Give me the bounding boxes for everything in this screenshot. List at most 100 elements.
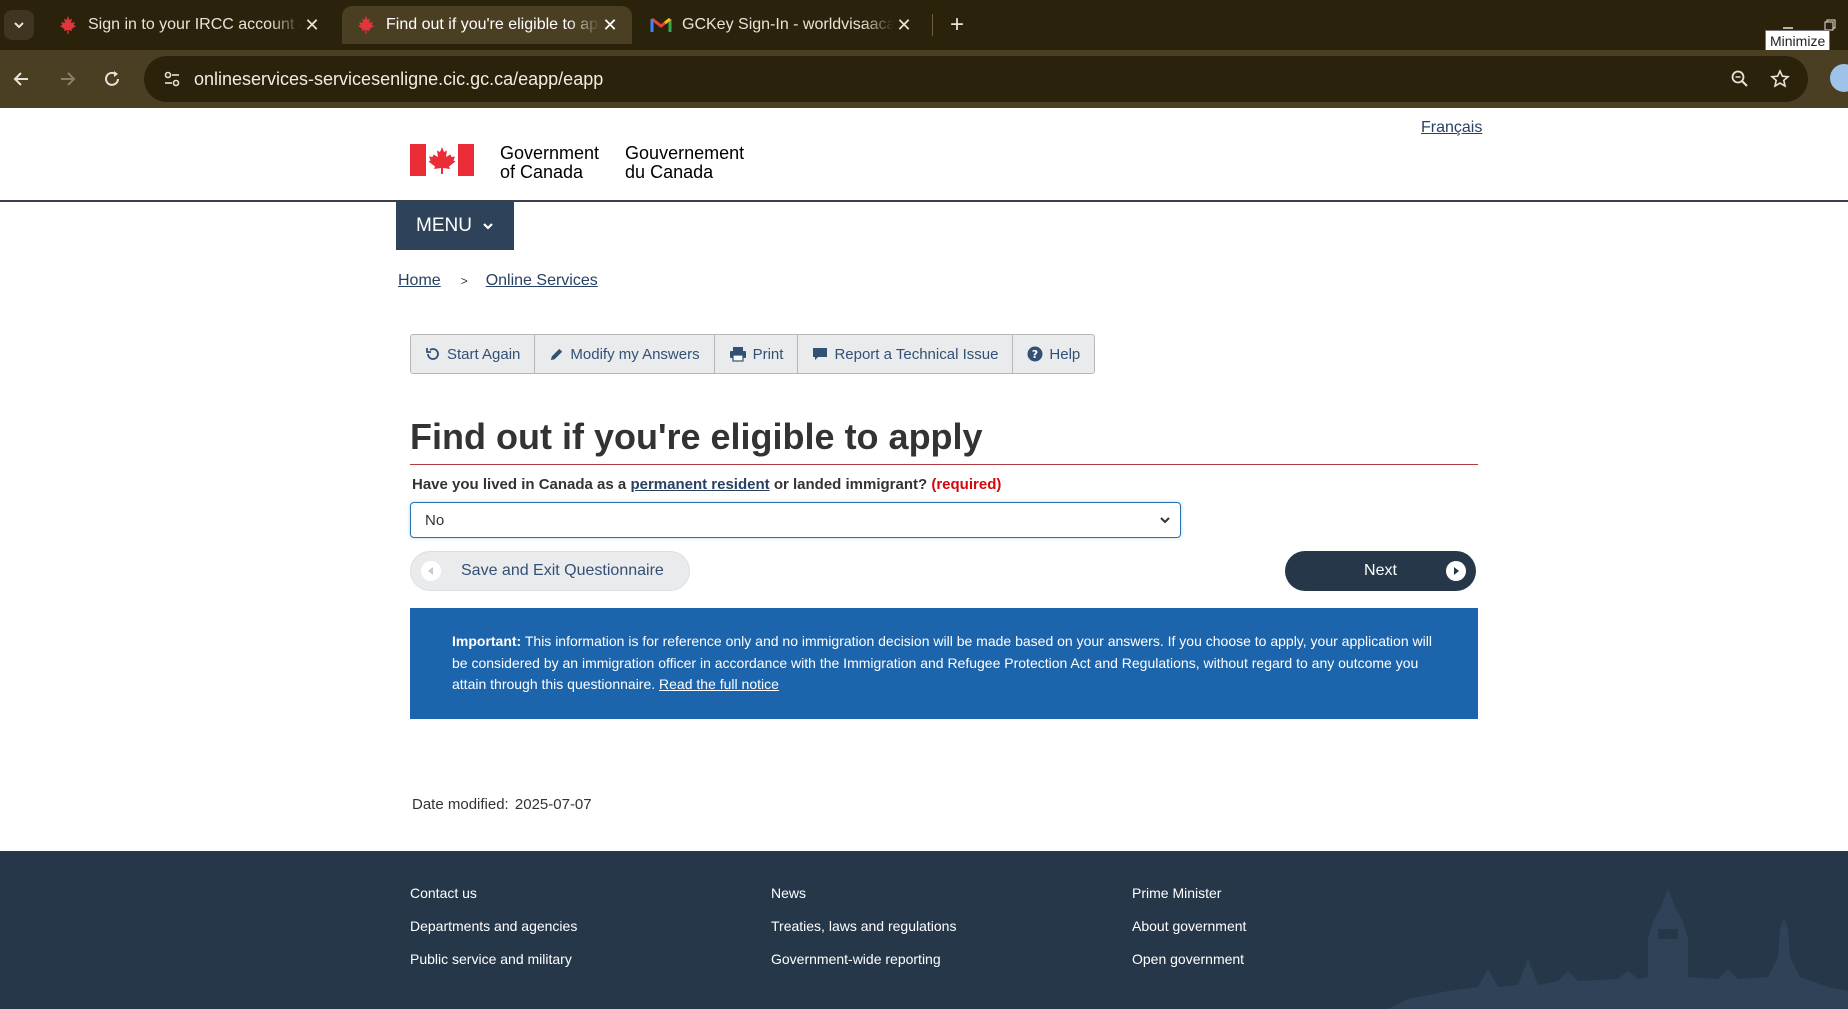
maple-leaf-icon bbox=[60, 16, 76, 34]
chevron-down-icon bbox=[483, 223, 493, 230]
back-button[interactable] bbox=[7, 64, 37, 94]
footer-link-prime-minister[interactable]: Prime Minister bbox=[1132, 885, 1246, 903]
tune-icon bbox=[164, 71, 180, 87]
tab-title: GCKey Sign-In - worldvisaacade bbox=[682, 16, 894, 33]
government-signature[interactable]: Government of Canada Gouvernement du Can… bbox=[410, 144, 744, 182]
start-again-button[interactable]: Start Again bbox=[411, 335, 536, 373]
menu-label: MENU bbox=[416, 215, 472, 236]
footer-column-2: News Treaties, laws and regulations Gove… bbox=[771, 885, 956, 984]
save-and-exit-button[interactable]: Save and Exit Questionnaire bbox=[410, 551, 690, 591]
tab-gckey[interactable]: GCKey Sign-In - worldvisaacade ✕ bbox=[636, 6, 926, 44]
notice-heading: Important: bbox=[452, 633, 522, 649]
help-button[interactable]: ? Help bbox=[1013, 335, 1094, 373]
tab-title: Find out if you're eligible to apply bbox=[386, 16, 600, 33]
report-issue-button[interactable]: Report a Technical Issue bbox=[798, 335, 1014, 373]
question-label: Have you lived in Canada as a permanent … bbox=[412, 476, 1001, 493]
lived-in-canada-select[interactable]: No bbox=[410, 502, 1181, 538]
next-button[interactable]: Next bbox=[1285, 551, 1476, 591]
bookmark-button[interactable] bbox=[1760, 69, 1800, 89]
tab-separator bbox=[932, 14, 933, 36]
refresh-icon bbox=[426, 348, 439, 360]
footer-link-contact-us[interactable]: Contact us bbox=[410, 885, 577, 903]
title-underline bbox=[410, 464, 1478, 465]
question-prefix: Have you lived in Canada as a bbox=[412, 476, 631, 493]
web-page: Français Government of Canada Gouverneme… bbox=[0, 108, 1848, 1009]
language-toggle-link[interactable]: Français bbox=[1421, 119, 1482, 137]
star-icon bbox=[1770, 69, 1790, 88]
pencil-icon bbox=[551, 348, 563, 360]
save-and-exit-label: Save and Exit Questionnaire bbox=[461, 562, 664, 579]
read-full-notice-link[interactable]: Read the full notice bbox=[659, 676, 779, 692]
signature-fr-line2: du Canada bbox=[625, 162, 714, 182]
site-footer: Contact us Departments and agencies Publ… bbox=[0, 851, 1848, 1009]
footer-link-departments[interactable]: Departments and agencies bbox=[410, 918, 577, 936]
help-label: Help bbox=[1049, 345, 1081, 363]
print-button[interactable]: Print bbox=[715, 335, 799, 373]
footer-link-reporting[interactable]: Government-wide reporting bbox=[771, 951, 956, 969]
modify-answers-label: Modify my Answers bbox=[570, 345, 700, 363]
footer-column-1: Contact us Departments and agencies Publ… bbox=[410, 885, 577, 984]
site-info-button[interactable] bbox=[150, 69, 194, 89]
arrow-right-circle-icon bbox=[1446, 561, 1466, 581]
next-label: Next bbox=[1364, 562, 1397, 579]
breadcrumb-home-link[interactable]: Home bbox=[398, 272, 441, 290]
comment-icon bbox=[813, 347, 828, 360]
breadcrumb: Home > Online Services bbox=[398, 272, 598, 290]
footer-link-about-government[interactable]: About government bbox=[1132, 918, 1246, 936]
close-icon[interactable]: ✕ bbox=[600, 15, 620, 36]
address-bar[interactable]: onlineservices-servicesenligne.cic.gc.ca… bbox=[144, 56, 1808, 102]
chevron-down-icon bbox=[1160, 517, 1170, 524]
minimize-tooltip: Minimize bbox=[1765, 30, 1831, 52]
tab-eligibility[interactable]: Find out if you're eligible to apply ✕ bbox=[342, 6, 632, 44]
select-value: No bbox=[425, 511, 445, 529]
breadcrumb-online-services-link[interactable]: Online Services bbox=[486, 272, 598, 290]
plus-icon: + bbox=[949, 11, 964, 38]
arrow-left-circle-icon bbox=[421, 561, 441, 581]
gmail-icon bbox=[650, 17, 672, 32]
questionnaire-toolbar: Start Again Modify my Answers Print Repo… bbox=[410, 334, 1096, 374]
menu-button[interactable]: MENU bbox=[396, 202, 514, 250]
svg-text:?: ? bbox=[1032, 348, 1038, 361]
printer-icon bbox=[729, 347, 746, 362]
tab-ircc-signin[interactable]: Sign in to your IRCC account - G ✕ bbox=[44, 6, 334, 44]
footer-link-open-government[interactable]: Open government bbox=[1132, 951, 1246, 969]
start-again-label: Start Again bbox=[447, 345, 521, 363]
canada-flag-icon bbox=[410, 144, 474, 176]
profile-avatar[interactable] bbox=[1830, 64, 1848, 92]
tab-title: Sign in to your IRCC account - G bbox=[88, 16, 302, 33]
arrow-left-icon bbox=[13, 72, 28, 86]
footer-link-public-service[interactable]: Public service and military bbox=[410, 951, 577, 969]
notice-body: This information is for reference only a… bbox=[452, 633, 1432, 692]
header-divider bbox=[0, 200, 1848, 202]
tab-search-button[interactable] bbox=[4, 10, 34, 40]
zoom-button[interactable] bbox=[1720, 69, 1760, 89]
modify-answers-button[interactable]: Modify my Answers bbox=[535, 335, 715, 373]
permanent-resident-link[interactable]: permanent resident bbox=[630, 476, 769, 493]
forward-button[interactable] bbox=[52, 64, 82, 94]
arrow-right-icon bbox=[61, 72, 76, 86]
signature-en-line1: Government bbox=[500, 143, 600, 163]
print-label: Print bbox=[752, 345, 784, 363]
url-text: onlineservices-servicesenligne.cic.gc.ca… bbox=[194, 68, 604, 89]
parliament-skyline-icon bbox=[1388, 889, 1848, 1009]
browser-tab-bar: Sign in to your IRCC account - G ✕ Find … bbox=[0, 0, 1848, 52]
footer-link-news[interactable]: News bbox=[771, 885, 956, 903]
close-icon[interactable]: ✕ bbox=[302, 15, 322, 36]
reload-button[interactable] bbox=[97, 64, 127, 94]
browser-toolbar: onlineservices-servicesenligne.cic.gc.ca… bbox=[0, 50, 1848, 108]
footer-column-3: Prime Minister About government Open gov… bbox=[1132, 885, 1246, 984]
report-issue-label: Report a Technical Issue bbox=[834, 345, 999, 363]
zoom-icon bbox=[1731, 70, 1748, 87]
new-tab-button[interactable]: + bbox=[942, 10, 972, 40]
date-modified-value: 2025-07-07 bbox=[514, 796, 592, 813]
question-suffix: or landed immigrant? bbox=[769, 476, 932, 493]
page-title: Find out if you're eligible to apply bbox=[410, 416, 983, 457]
date-modified-label: Date modified: bbox=[412, 796, 509, 813]
signature-english: Government of Canada bbox=[500, 144, 599, 182]
breadcrumb-separator: > bbox=[460, 274, 468, 288]
close-icon[interactable]: ✕ bbox=[894, 15, 914, 36]
chevron-down-icon bbox=[14, 22, 24, 29]
signature-french: Gouvernement du Canada bbox=[625, 144, 744, 182]
footer-link-treaties[interactable]: Treaties, laws and regulations bbox=[771, 918, 956, 936]
question-circle-icon: ? bbox=[1027, 346, 1043, 362]
